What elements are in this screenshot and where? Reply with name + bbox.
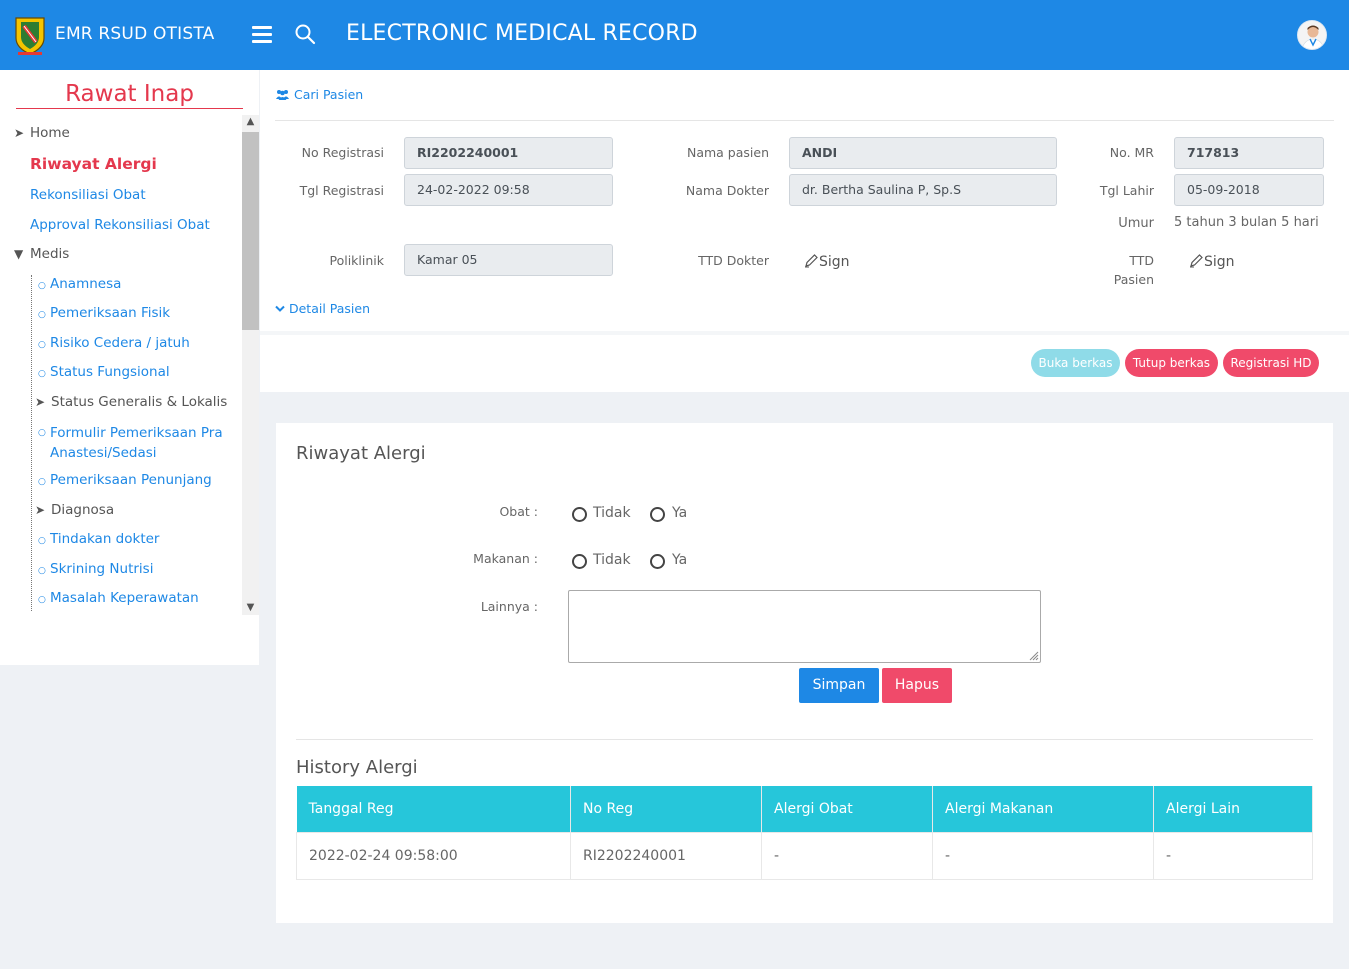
patient-info-panel: Cari Pasien No Registrasi RI2202240001 T… [260,70,1349,392]
riwayat-alergi-card: Riwayat Alergi Obat : Tidak Ya Makanan :… [276,423,1333,923]
ttd-dokter-label: TTD Dokter [698,253,769,268]
sidebar: Rawat Inap ➤ Home Riwayat Alergi Rekonsil… [0,70,259,665]
sidebar-item-diagnosa[interactable]: ➤ Diagnosa [35,502,114,518]
table-row: 2022-02-24 09:58:00 RI2202240001 - - - [296,831,1313,880]
tgl-registrasi-field: 24-02-2022 09:58 [404,174,613,206]
sidebar-item-anamnesa[interactable]: ○ Anamnesa [38,276,121,292]
umur-label: Umur [1118,216,1154,231]
no-mr-field: 717813 [1174,137,1324,169]
resize-grip-icon[interactable] [1027,649,1039,661]
search-icon[interactable] [294,23,316,45]
poliklinik-label: Poliklinik [329,253,384,268]
user-avatar[interactable] [1297,20,1327,50]
column-header: Tanggal Reg [296,786,571,832]
cari-pasien-link[interactable]: Cari Pasien [275,87,363,102]
sidebar-item-status-fungsional[interactable]: ○ Status Fungsional [38,364,170,380]
sidebar-item-home[interactable]: ➤ Home [14,125,70,141]
sidebar-item-approval-rekonsiliasi[interactable]: Approval Rekonsiliasi Obat [30,217,210,233]
hospital-logo [15,17,45,55]
form-title: Riwayat Alergi [296,443,426,464]
hamburger-menu-icon[interactable] [252,26,272,43]
table-cell: - [932,831,1154,880]
nama-dokter-field: dr. Bertha Saulina P, Sp.S [789,174,1057,206]
column-header: Alergi Makanan [932,786,1154,832]
simpan-button[interactable]: Simpan [799,668,879,703]
buka-berkas-button[interactable]: Buka berkas [1031,349,1120,377]
page-title: ELECTRONIC MEDICAL RECORD [346,21,698,46]
table-cell: - [761,831,933,880]
tgl-lahir-label: Tgl Lahir [1099,183,1154,198]
lainnya-textarea[interactable] [568,590,1041,663]
obat-ya-label[interactable]: Ya [672,505,687,521]
nama-dokter-label: Nama Dokter [685,183,769,198]
divider [296,739,1313,740]
chevron-down-icon [275,305,285,312]
sidebar-item-masalah-keperawatan[interactable]: ○ Masalah Keperawatan [38,590,199,606]
makanan-tidak-radio[interactable] [572,554,587,569]
sidebar-item-rekonsiliasi-obat[interactable]: Rekonsiliasi Obat [30,187,146,203]
makanan-tidak-label[interactable]: Tidak [593,552,631,568]
tutup-berkas-button[interactable]: Tutup berkas [1125,349,1218,377]
sidebar-item-risiko-cedera[interactable]: ○ Risiko Cedera / jatuh [38,335,190,351]
top-bar: EMR RSUD OTISTA ELECTRONIC MEDICAL RECOR… [0,0,1349,70]
ttd-pasien-label-top: TTD [1129,253,1154,268]
divider [275,120,1334,121]
umur-value: 5 tahun 3 bulan 5 hari [1174,215,1319,230]
sidebar-title: Rawat Inap [16,80,243,109]
sidebar-item-skrining-nutrisi[interactable]: ○ Skrining Nutrisi [38,561,153,577]
sidebar-item-status-generalis[interactable]: ➤ Status Generalis & Lokalis [35,394,227,410]
poliklinik-field: Kamar 05 [404,244,613,276]
history-title: History Alergi [296,757,418,778]
pencil-icon [805,254,818,268]
submenu-guide-line [31,275,32,611]
table-cell: RI2202240001 [570,831,762,880]
sidebar-scrollbar[interactable]: ▲ ▼ [242,115,259,615]
divider [260,331,1349,335]
ttd-pasien-sign-button[interactable]: Sign [1189,253,1235,270]
scroll-down-arrow-icon[interactable]: ▼ [242,601,259,615]
nama-pasien-label: Nama pasien [686,145,769,160]
scroll-up-arrow-icon[interactable]: ▲ [242,115,259,129]
sidebar-nav: ➤ Home Riwayat Alergi Rekonsiliasi Obat A… [0,115,242,615]
registrasi-hd-button[interactable]: Registrasi HD [1223,349,1319,377]
sidebar-item-pra-anastesi[interactable]: ○ Formulir Pemeriksaan Pra Anastesi/Sedas… [38,423,238,463]
ttd-pasien-label-bottom: Pasien [1113,272,1154,287]
column-header: No Reg [570,786,762,832]
table-cell: - [1153,831,1313,880]
scrollbar-thumb[interactable] [242,132,259,330]
sidebar-item-pemeriksaan-penunjang[interactable]: ○ Pemeriksaan Penunjang [38,472,212,488]
history-table: Tanggal Reg No Reg Alergi Obat Alergi Ma… [296,786,1313,880]
hapus-button[interactable]: Hapus [882,668,952,703]
no-mr-label: No. MR [1109,145,1154,160]
obat-label: Obat : [499,504,538,519]
table-cell: 2022-02-24 09:58:00 [296,831,571,880]
app-name: EMR RSUD OTISTA [55,24,215,44]
column-header: Alergi Obat [761,786,933,832]
makanan-ya-radio[interactable] [650,554,665,569]
tgl-registrasi-label: Tgl Registrasi [299,183,384,198]
sidebar-item-medis[interactable]: ▼ Medis [14,246,69,262]
column-header: Alergi Lain [1153,786,1313,832]
sidebar-item-tindakan-dokter[interactable]: ○ Tindakan dokter [38,531,159,547]
obat-tidak-radio[interactable] [572,507,587,522]
lainnya-label: Lainnya : [480,599,538,614]
users-icon [276,90,289,100]
table-header-row: Tanggal Reg No Reg Alergi Obat Alergi Ma… [296,786,1313,832]
ttd-dokter-sign-button[interactable]: Sign [804,253,850,270]
sidebar-item-riwayat-alergi[interactable]: Riwayat Alergi [30,155,157,173]
nama-pasien-field: ANDI [789,137,1057,169]
no-registrasi-field: RI2202240001 [404,137,613,169]
makanan-label: Makanan : [473,551,538,566]
makanan-ya-label[interactable]: Ya [672,552,687,568]
obat-ya-radio[interactable] [650,507,665,522]
detail-pasien-toggle[interactable]: Detail Pasien [275,301,370,316]
tgl-lahir-field: 05-09-2018 [1174,174,1324,206]
obat-tidak-label[interactable]: Tidak [593,505,631,521]
pencil-icon [1190,254,1203,268]
sidebar-item-pemeriksaan-fisik[interactable]: ○ Pemeriksaan Fisik [38,305,170,321]
no-registrasi-label: No Registrasi [301,145,384,160]
